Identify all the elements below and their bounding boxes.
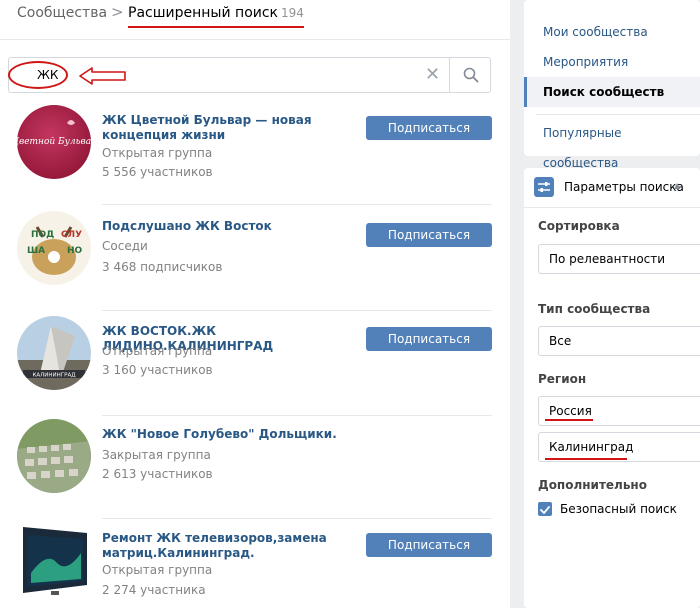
divider xyxy=(102,518,492,519)
avatar[interactable] xyxy=(17,523,91,597)
annotation-underline xyxy=(128,26,304,28)
list-item: Ремонт ЖК телевизоров,замена матриц.Кали… xyxy=(0,523,510,608)
divider xyxy=(102,415,492,416)
search-params-title: Параметры поиска xyxy=(564,180,684,194)
avatar-logo-text: ША xyxy=(27,246,45,256)
avatar-logo-text: Цветной Бульвар xyxy=(17,137,91,147)
avatar[interactable]: КАЛИНИНГРАД xyxy=(17,316,91,390)
search-params-header[interactable]: Параметры поиска ▲ xyxy=(524,168,700,208)
group-type: Соседи xyxy=(102,239,148,253)
subscribe-button[interactable]: Подписаться xyxy=(366,223,492,247)
subscribe-button[interactable]: Подписаться xyxy=(366,533,492,557)
breadcrumb-communities-link[interactable]: Сообщества xyxy=(17,5,107,21)
main-column: Сообщества > Расширенный поиск 194 ЖК ✕ … xyxy=(0,0,510,608)
group-name-link[interactable]: Подслушано ЖК Восток xyxy=(102,219,352,234)
group-name-link[interactable]: Ремонт ЖК телевизоров,замена матриц.Кали… xyxy=(102,531,352,561)
check-icon xyxy=(540,506,550,514)
list-item: ПОД СЛУ ША НО Подслушано ЖК Восток Сосед… xyxy=(0,211,510,311)
members-count: 3 160 участников xyxy=(102,363,213,377)
members-count: 2 274 участника xyxy=(102,583,206,597)
region-label: Регион xyxy=(538,372,587,386)
avatar[interactable]: Цветной Бульвар xyxy=(17,105,91,179)
breadcrumb-current: Расширенный поиск xyxy=(128,5,279,21)
search-icon xyxy=(463,67,478,83)
avatar-logo-text: СЛУ xyxy=(61,230,82,240)
members-count: 5 556 участников xyxy=(102,165,213,179)
results-count: 194 xyxy=(281,6,304,20)
breadcrumb: Сообщества > Расширенный поиск 194 xyxy=(0,0,510,40)
divider xyxy=(102,204,492,205)
avatar-logo-text: КАЛИНИНГРАД xyxy=(32,373,76,379)
group-name-link[interactable]: ЖК Цветной Бульвар — новая концепция жиз… xyxy=(102,113,352,143)
annotation-underline xyxy=(545,458,627,460)
safe-search-label[interactable]: Безопасный поиск xyxy=(560,502,677,516)
safe-search-checkbox[interactable] xyxy=(538,502,552,516)
subscribe-button[interactable]: Подписаться xyxy=(366,327,492,351)
list-item: КАЛИНИНГРАД ЖК ВОСТОК.ЖК ЛИДИНО.КАЛИНИНГ… xyxy=(0,316,510,416)
subscribe-button[interactable]: Подписаться xyxy=(366,116,492,140)
extra-label: Дополнительно xyxy=(538,478,647,492)
nav-item-popular[interactable]: Популярные сообщества xyxy=(524,118,700,170)
avatar-logo-text: ПОД xyxy=(31,230,54,240)
annotation-underline xyxy=(545,419,593,421)
members-count: 2 613 участников xyxy=(102,467,213,481)
community-type-select[interactable]: Все xyxy=(538,326,700,356)
sort-select[interactable]: По релевантности xyxy=(538,244,700,274)
group-type: Открытая группа xyxy=(102,563,213,577)
members-count: 3 468 подписчиков xyxy=(102,260,223,274)
divider xyxy=(536,114,700,115)
chevron-up-icon: ▲ xyxy=(674,181,681,190)
sort-label: Сортировка xyxy=(538,219,620,233)
group-name-link[interactable]: ЖК "Новое Голубево" Дольщики. xyxy=(102,427,352,442)
filter-icon xyxy=(534,177,554,197)
search-params-panel: Параметры поиска ▲ Сортировка По релеван… xyxy=(524,168,700,608)
list-item: Цветной Бульвар ЖК Цветной Бульвар — нов… xyxy=(0,105,510,205)
list-item: ЖК "Новое Голубево" Дольщики. Закрытая г… xyxy=(0,419,510,519)
group-type: Открытая группа xyxy=(102,146,213,160)
clear-icon[interactable]: ✕ xyxy=(425,64,440,85)
communities-nav: Мои сообщества Мероприятия Поиск сообщес… xyxy=(524,0,700,170)
breadcrumb-separator: > xyxy=(111,3,124,21)
nav-item-events[interactable]: Мероприятия xyxy=(524,47,700,77)
nav-item-community-search[interactable]: Поиск сообществ xyxy=(524,77,700,107)
group-type: Открытая группа xyxy=(102,344,213,358)
avatar[interactable]: ПОД СЛУ ША НО xyxy=(17,211,91,285)
country-select[interactable]: Россия xyxy=(538,396,700,426)
search-button[interactable] xyxy=(449,58,491,92)
community-type-label: Тип сообщества xyxy=(538,302,651,316)
nav-item-my-communities[interactable]: Мои сообщества xyxy=(524,17,700,47)
divider xyxy=(102,310,492,311)
group-type: Закрытая группа xyxy=(102,448,211,462)
annotation-circle xyxy=(8,61,68,89)
annotation-arrow-icon xyxy=(79,67,126,85)
avatar-logo-text: НО xyxy=(67,246,83,256)
avatar[interactable] xyxy=(17,419,91,493)
